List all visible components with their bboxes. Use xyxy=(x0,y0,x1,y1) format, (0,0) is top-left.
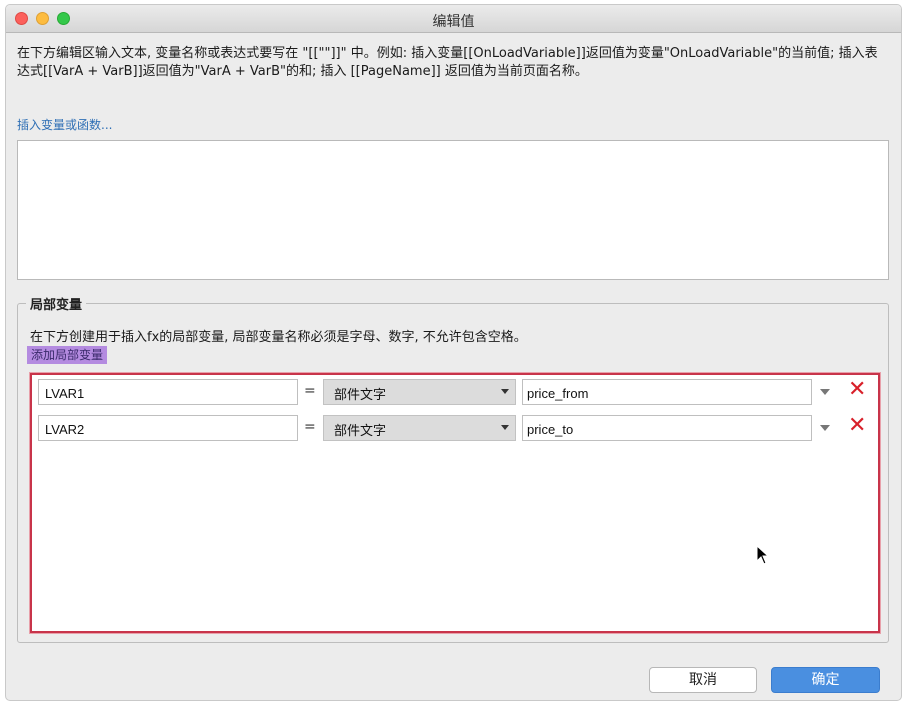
cancel-button[interactable]: 取消 xyxy=(649,667,757,693)
local-variables-group: 局部变量 在下方创建用于插入fx的局部变量, 局部变量名称必须是字母、数字, 不… xyxy=(17,294,889,643)
chevron-down-icon xyxy=(501,425,509,430)
edit-value-dialog: 编辑值 在下方编辑区输入文本, 变量名称或表达式要写在 "[[""]]" 中。例… xyxy=(5,4,902,701)
variable-name-input[interactable]: LVAR2 xyxy=(38,415,298,441)
variable-target-input[interactable]: price_to xyxy=(522,415,812,441)
variable-type-value: 部件文字 xyxy=(334,388,387,403)
local-variable-row: LVAR2 = 部件文字 price_to ✕ xyxy=(32,413,878,443)
local-variable-list: LVAR1 = 部件文字 price_from ✕ LVAR2 = 部件文字 p… xyxy=(30,373,880,633)
chevron-down-icon[interactable] xyxy=(820,389,830,395)
insert-variable-function-link[interactable]: 插入变量或函数... xyxy=(17,116,112,133)
variable-target-input[interactable]: price_from xyxy=(522,379,812,405)
chevron-down-icon[interactable] xyxy=(820,425,830,431)
text-editor-area[interactable] xyxy=(17,140,889,280)
mouse-pointer-icon xyxy=(756,545,770,565)
add-local-variable-link[interactable]: 添加局部变量 xyxy=(27,346,108,364)
local-variable-row: LVAR1 = 部件文字 price_from ✕ xyxy=(32,377,878,407)
window-title: 编辑值 xyxy=(432,14,475,30)
variable-name-input[interactable]: LVAR1 xyxy=(38,379,298,405)
ok-button[interactable]: 确定 xyxy=(771,667,880,693)
local-variables-description: 在下方创建用于插入fx的局部变量, 局部变量名称必须是字母、数字, 不允许包含空… xyxy=(30,330,527,345)
equals-sign: = xyxy=(304,383,316,399)
instructions-text: 在下方编辑区输入文本, 变量名称或表达式要写在 "[[""]]" 中。例如: 插… xyxy=(17,46,878,79)
close-icon[interactable]: ✕ xyxy=(848,377,866,403)
close-icon[interactable]: ✕ xyxy=(848,413,866,439)
variable-type-select[interactable]: 部件文字 xyxy=(323,415,516,441)
variable-type-value: 部件文字 xyxy=(334,424,387,439)
equals-sign: = xyxy=(304,419,316,435)
title-bar: 编辑值 xyxy=(6,5,901,33)
local-variables-legend: 局部变量 xyxy=(26,294,87,313)
variable-type-select[interactable]: 部件文字 xyxy=(323,379,516,405)
chevron-down-icon xyxy=(501,389,509,394)
